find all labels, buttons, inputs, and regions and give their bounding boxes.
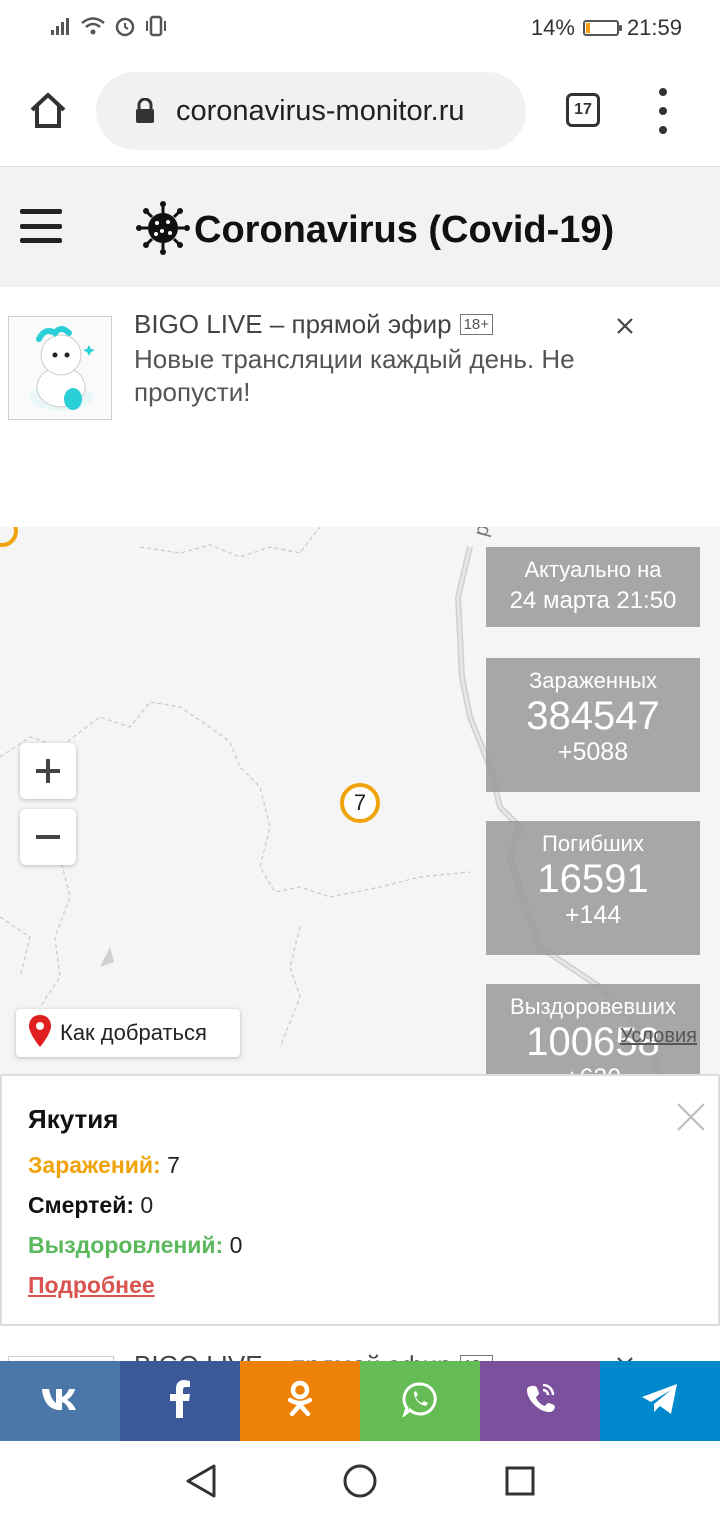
stat-value: 16591 [537,857,649,901]
zoom-out-button[interactable] [20,809,76,865]
region-popup: Якутия Заражений: 7 Смертей: 0 Выздоровл… [0,1074,720,1326]
clock: 21:59 [626,15,682,40]
close-icon[interactable] [612,313,638,339]
deaths-value: 0 [140,1192,154,1218]
system-nav-bar [0,1441,720,1520]
vibrate-icon [144,15,168,42]
ad-description: Новые трансляции каждый день. Не пропуст… [134,344,575,407]
share-bar [0,1361,720,1441]
menu-icon[interactable] [20,209,62,243]
recovered-label: Выздоровлений: [28,1232,224,1258]
stat-delta: +144 [564,901,622,929]
minus-icon [36,835,60,839]
map[interactable]: р. Ле 7 Актуально на 24 марта 21:50 Зара… [0,527,720,1075]
stat-label: Погибших [542,831,644,856]
battery-percent: 14% [530,15,575,40]
status-right: 14% 21:59 [531,14,682,42]
stat-label: Выздоровевших [510,994,676,1019]
share-vk-button[interactable] [0,1361,120,1441]
back-icon[interactable] [184,1463,218,1504]
ad-title-text: BIGO LIVE – прямой эфир [134,309,452,339]
share-viber-button[interactable] [480,1361,600,1441]
close-icon[interactable] [676,1102,706,1132]
stat-value: 384547 [526,694,660,738]
more-link[interactable]: Подробнее [28,1272,155,1299]
site-title-text: Coronavirus (Covid-19) [194,209,615,251]
map-cluster-marker[interactable]: 7 [340,783,380,823]
home-circle-icon[interactable] [342,1463,378,1504]
tab-count: 17 [574,101,592,118]
status-icons [50,14,168,42]
recovered-value: 0 [229,1232,243,1258]
alarm-icon [114,15,136,42]
directions-label: Как добраться [60,1020,207,1045]
infected-value: 7 [167,1152,180,1178]
stat-delta: +5088 [557,738,629,766]
battery-icon [582,20,622,36]
address-bar[interactable]: coronavirus-monitor.ru [96,72,526,150]
status-bar: 14% 21:59 [0,0,720,56]
updated-box: Актуально на 24 марта 21:50 [486,547,700,627]
infected-label: Заражений: [28,1152,161,1178]
ad-banner[interactable]: BIGO LIVE – прямой эфир 18+ Новые трансл… [0,287,720,527]
updated-label: Актуально на [524,557,662,582]
age-badge: 18+ [459,314,494,335]
telegram-icon [640,1382,680,1421]
site-header: Coronavirus (Covid-19) [0,167,720,287]
lock-icon [132,98,158,124]
terms-link[interactable]: Условия [620,1025,697,1048]
signal-icon [50,16,72,41]
facebook-icon [169,1379,191,1423]
updated-datetime: 24 марта 21:50 [509,587,677,614]
viber-icon [523,1381,557,1422]
cluster-count: 7 [353,790,367,815]
ad-title[interactable]: BIGO LIVE – прямой эфир 18+ [134,309,494,340]
plus-icon [36,759,60,783]
home-icon[interactable] [28,90,68,135]
url-text: coronavirus-monitor.ru [176,94,465,127]
share-whatsapp-button[interactable] [360,1361,480,1441]
popup-region: Якутия [28,1104,119,1134]
stat-label: Зараженных [528,668,658,693]
odnoklassniki-icon [287,1380,313,1423]
more-vert-icon[interactable] [650,88,676,134]
popup-recovered-row: Выздоровлений: 0 [28,1232,242,1259]
map-pin-icon [28,1014,52,1053]
stat-infected: Зараженных 384547 +5088 [486,658,700,792]
vk-icon [40,1386,80,1417]
virus-icon [136,201,190,260]
tabs-icon[interactable]: 17 [566,93,600,127]
whatsapp-icon [401,1381,438,1422]
wifi-icon [80,16,106,41]
share-odnoklassniki-button[interactable] [240,1361,360,1441]
popup-deaths-row: Смертей: 0 [28,1192,153,1219]
directions-button[interactable]: Как добраться [16,1009,240,1057]
popup-infected-row: Заражений: 7 [28,1152,180,1179]
deaths-label: Смертей: [28,1192,135,1218]
share-facebook-button[interactable] [120,1361,240,1441]
zoom-in-button[interactable] [20,743,76,799]
site-title[interactable]: Coronavirus (Covid-19) [136,201,614,260]
stat-deaths: Погибших 16591 +144 [486,821,700,955]
browser-toolbar: coronavirus-monitor.ru 17 [0,56,720,167]
share-telegram-button[interactable] [600,1361,720,1441]
ad-image[interactable] [8,316,112,420]
recents-icon[interactable] [504,1465,536,1502]
